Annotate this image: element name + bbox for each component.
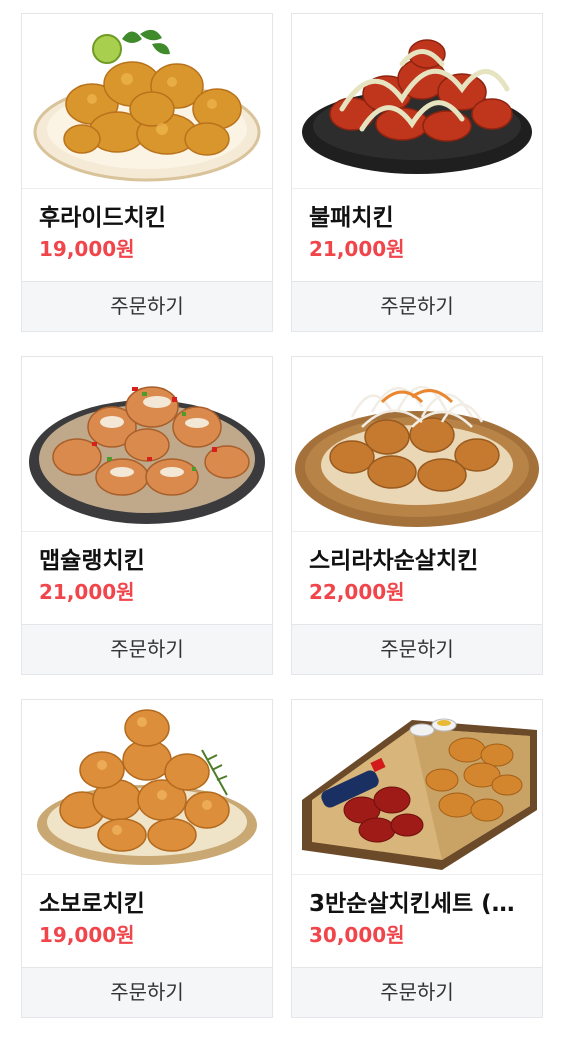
product-info: 소보로치킨 19,000원: [22, 875, 272, 967]
order-button[interactable]: 주문하기: [292, 624, 542, 674]
product-price: 22,000원: [309, 580, 405, 604]
product-price: 19,000원: [39, 923, 135, 947]
order-button[interactable]: 주문하기: [22, 624, 272, 674]
order-button[interactable]: 주문하기: [292, 281, 542, 331]
product-name: 스리라차순살치킨: [309, 548, 479, 574]
product-price: 19,000원: [39, 237, 135, 261]
product-info: 맵슐랭치킨 21,000원: [22, 532, 272, 624]
order-button[interactable]: 주문하기: [22, 281, 272, 331]
product-card[interactable]: 소보로치킨 19,000원 주문하기: [21, 699, 273, 1018]
product-image-spicy-cream-chicken[interactable]: [22, 357, 272, 532]
product-info: 후라이드치킨 19,000원: [22, 189, 272, 281]
product-name: 소보로치킨: [39, 891, 145, 917]
product-info: 불패치킨 21,000원: [292, 189, 542, 281]
product-card[interactable]: 맵슐랭치킨 21,000원 주문하기: [21, 356, 273, 675]
order-button[interactable]: 주문하기: [22, 967, 272, 1017]
product-grid: 후라이드치킨 19,000원 주문하기 불패치킨 21,000원 주문하기 맵슐…: [0, 0, 565, 1044]
product-info: 3반순살치킨세트 (… 30,000원: [292, 875, 542, 967]
product-name: 3반순살치킨세트 (…: [309, 891, 515, 917]
product-image-sauced-chicken[interactable]: [292, 14, 542, 189]
product-image-chicken-set[interactable]: [292, 700, 542, 875]
product-price: 21,000원: [39, 580, 135, 604]
product-card[interactable]: 불패치킨 21,000원 주문하기: [291, 13, 543, 332]
product-price: 21,000원: [309, 237, 405, 261]
product-price: 30,000원: [309, 923, 405, 947]
order-button[interactable]: 주문하기: [292, 967, 542, 1017]
product-name: 불패치킨: [309, 205, 394, 231]
product-info: 스리라차순살치킨 22,000원: [292, 532, 542, 624]
product-name: 맵슐랭치킨: [39, 548, 145, 574]
product-card[interactable]: 3반순살치킨세트 (… 30,000원 주문하기: [291, 699, 543, 1018]
product-image-sriracha-chicken[interactable]: [292, 357, 542, 532]
product-name: 후라이드치킨: [39, 205, 166, 231]
product-image-fried-chicken[interactable]: [22, 14, 272, 189]
product-card[interactable]: 후라이드치킨 19,000원 주문하기: [21, 13, 273, 332]
product-image-soboro-chicken[interactable]: [22, 700, 272, 875]
product-card[interactable]: 스리라차순살치킨 22,000원 주문하기: [291, 356, 543, 675]
